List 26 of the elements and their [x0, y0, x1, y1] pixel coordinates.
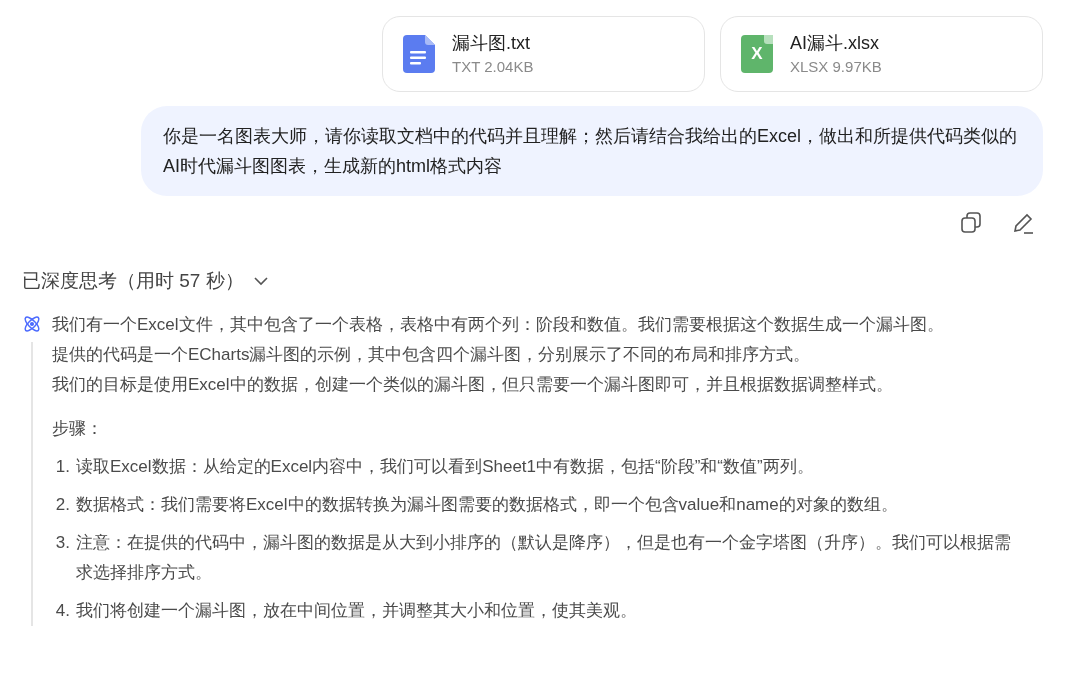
step-text: 注意：在提供的代码中，漏斗图的数据是从大到小排序的（默认是降序），但是也有一个金字塔图（升序）。我们可以根据需求选择排序方式。 [76, 532, 1012, 584]
chevron-icon [253, 276, 268, 286]
thinking-paragraph: 我们的目标是使用Excel中的数据，创建一个类似的漏斗图，但只需要一个漏斗图即可，并且根据数据调整样式。 [52, 374, 894, 396]
step-number: 2. [54, 494, 70, 516]
file-name: 漏斗图.txt [452, 32, 531, 54]
user-message: 你是一名图表大师，请你读取文档中的代码并且理解；然后请结合我给出的Excel，做出和所提供代码类似的AI时代漏斗图图表，生成新的html格式内容 [141, 106, 1043, 196]
step-number: 3. [54, 532, 70, 554]
atom-icon [22, 314, 42, 334]
file-card[interactable]: X AI漏斗.xlsx XLSX 9.97KB [720, 16, 1043, 92]
file-meta: TXT 2.04KB [452, 58, 534, 76]
file-meta: XLSX 9.97KB [790, 58, 882, 76]
step-number: 4. [54, 600, 70, 622]
step-text: 读取Excel数据：从给定的Excel内容中，我们可以看到Sheet1中有数据，包括“阶段”和“数值”两列。 [76, 456, 814, 478]
spreadsheet-icon: X [741, 35, 773, 73]
edit-icon[interactable] [1012, 212, 1034, 234]
thinking-paragraph: 提供的代码是一个ECharts漏斗图的示例，其中包含四个漏斗图，分别展示了不同的布局和排序方式。 [52, 344, 812, 366]
thinking-toggle[interactable]: 已深度思考（用时 57 秒） [22, 268, 268, 294]
step-number: 1. [54, 456, 70, 478]
step-text: 数据格式：我们需要将Excel中的数据转换为漏斗图需要的数据格式，即一个包含value和name的对象的数组。 [76, 494, 898, 516]
document-icon [403, 35, 435, 73]
thinking-paragraph: 我们有一个Excel文件，其中包含了一个表格，表格中有两个列：阶段和数值。我们需要根据这个数据生成一个漏斗图。 [52, 314, 945, 336]
copy-icon[interactable] [960, 212, 982, 234]
step-text: 我们将创建一个漏斗图，放在中间位置，并调整其大小和位置，使其美观。 [76, 600, 637, 622]
steps-heading: 步骤： [52, 418, 104, 440]
file-card[interactable]: 漏斗图.txt TXT 2.04KB [382, 16, 705, 92]
file-name: AI漏斗.xlsx [790, 32, 880, 54]
